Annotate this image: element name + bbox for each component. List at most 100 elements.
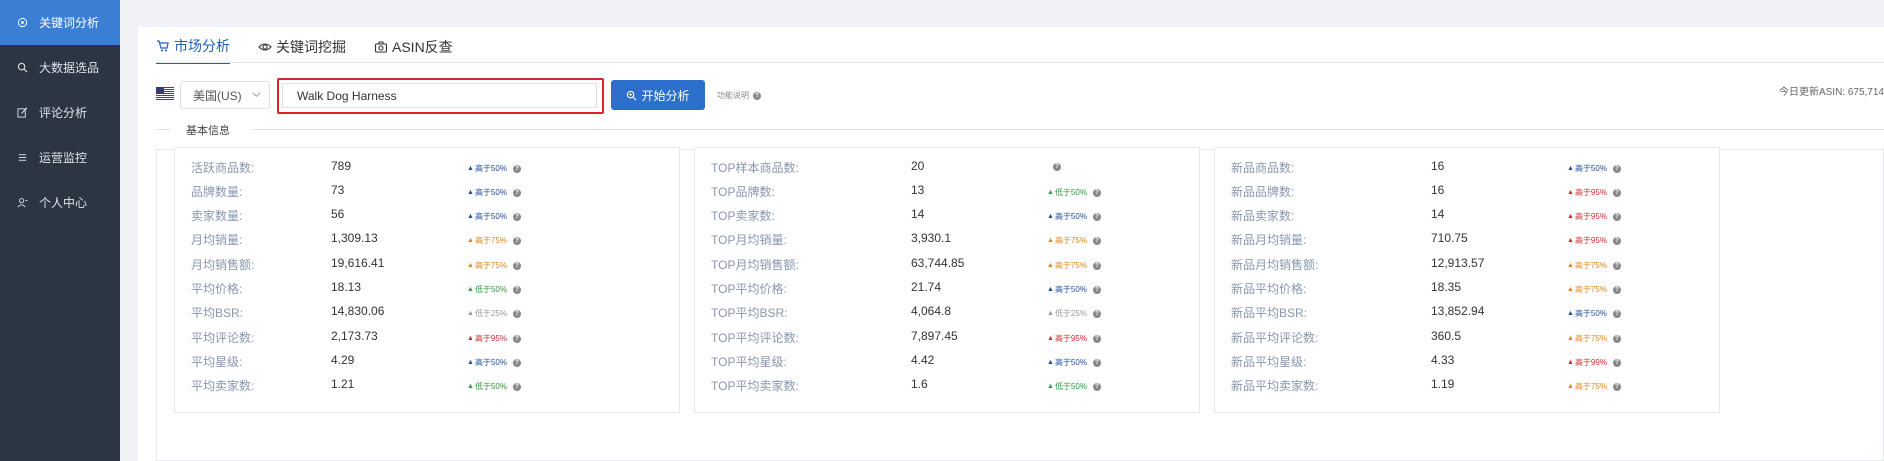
- question-icon[interactable]: ?: [512, 212, 521, 221]
- question-icon[interactable]: ?: [1612, 285, 1621, 294]
- percentile-badge: ▲ 高于50%?: [1567, 308, 1621, 319]
- question-icon[interactable]: ?: [512, 334, 521, 343]
- sidebar-item-operation-monitor[interactable]: 运营监控: [0, 135, 120, 180]
- stat-row: 新品平均星级: 4.33 ▲ 高于99%?: [1215, 353, 1719, 373]
- tab-market-analysis[interactable]: 市场分析: [156, 36, 230, 64]
- percentile-badge: ▲ 低于50%?: [1047, 381, 1101, 392]
- percentile-badge: ▲ 高于75%?: [1047, 235, 1101, 246]
- stat-value: 1.6: [911, 377, 928, 391]
- eye-icon: [258, 40, 272, 54]
- question-icon: ?: [753, 91, 761, 100]
- stat-label: 平均价格:: [191, 282, 243, 296]
- stat-row: 月均销售额: 19,616.41 ▲ 高于75%?: [175, 256, 679, 276]
- stat-value: 56: [331, 207, 345, 221]
- percentile-badge: ▲ 低于25%?: [1047, 308, 1101, 319]
- question-icon[interactable]: ?: [512, 358, 521, 367]
- sidebar-item-keyword-analysis[interactable]: 关键词分析: [0, 0, 120, 45]
- sidebar-item-review-analysis[interactable]: 评论分析: [0, 90, 120, 135]
- stat-label: 新品平均星级:: [1231, 355, 1307, 369]
- question-icon[interactable]: ?: [1092, 309, 1101, 318]
- stats-card-2: TOP样本商品数: 20? TOP品牌数: 13 ▲ 低于50%? TOP卖家数: 14 ▲ 高于…: [694, 147, 1200, 413]
- tab-asin-reverse[interactable]: ASIN反查: [374, 37, 453, 63]
- percentile-badge: ▲ 高于95%?: [467, 333, 521, 344]
- question-icon[interactable]: ?: [1092, 261, 1101, 270]
- stat-value: 21.74: [911, 280, 942, 294]
- question-icon[interactable]: ?: [1092, 334, 1101, 343]
- list-icon: [16, 152, 28, 164]
- question-icon[interactable]: ?: [512, 382, 521, 391]
- rank-arrow-icon: ▲: [1567, 286, 1574, 293]
- section-title: 基本信息: [186, 125, 230, 137]
- question-icon[interactable]: ?: [512, 188, 521, 197]
- question-icon[interactable]: ?: [1092, 358, 1101, 367]
- sidebar-item-personal-center[interactable]: 个人中心: [0, 180, 120, 225]
- rank-arrow-icon: ▲: [1567, 213, 1574, 220]
- stat-label: 新品月均销售额:: [1231, 258, 1319, 272]
- percentile-badge: ▲ 高于50%?: [1047, 284, 1101, 295]
- question-icon[interactable]: ?: [512, 285, 521, 294]
- question-icon[interactable]: ?: [1053, 163, 1061, 171]
- percentile-badge-text: 高于75%: [1574, 334, 1607, 343]
- cart-icon: [156, 39, 170, 53]
- percentile-badge: ▲ 高于95%?: [1567, 235, 1621, 246]
- help-link[interactable]: 功能说明 ?: [717, 90, 761, 101]
- rank-arrow-icon: ▲: [1567, 189, 1574, 196]
- rank-arrow-icon: ▲: [467, 383, 474, 390]
- stat-row: 新品平均卖家数: 1.19 ▲ 高于75%?: [1215, 377, 1719, 397]
- question-icon[interactable]: ?: [1612, 309, 1621, 318]
- question-icon[interactable]: ?: [1092, 212, 1101, 221]
- question-icon[interactable]: ?: [1092, 285, 1101, 294]
- question-icon[interactable]: ?: [1092, 236, 1101, 245]
- stat-value: 20: [911, 159, 925, 173]
- rank-arrow-icon: ▲: [1567, 383, 1574, 390]
- percentile-badge: ▲ 高于75%?: [467, 260, 521, 271]
- search-icon: [627, 90, 637, 100]
- question-icon[interactable]: ?: [1612, 382, 1621, 391]
- stat-label: TOP平均评论数:: [711, 331, 799, 345]
- stat-row: TOP平均价格: 21.74 ▲ 高于50%?: [695, 280, 1199, 300]
- sidebar-item-label: 大数据选品: [39, 61, 100, 75]
- question-icon[interactable]: ?: [1612, 236, 1621, 245]
- percentile-badge: ▲ 高于50%?: [1567, 163, 1621, 174]
- question-icon[interactable]: ?: [1612, 334, 1621, 343]
- question-icon[interactable]: ?: [1092, 188, 1101, 197]
- question-icon[interactable]: ?: [1612, 358, 1621, 367]
- question-icon[interactable]: ?: [512, 164, 521, 173]
- stat-value: 4.29: [331, 353, 355, 367]
- us-flag-icon: [156, 87, 174, 100]
- stat-label: 新品平均BSR:: [1231, 306, 1308, 320]
- question-icon[interactable]: ?: [1612, 188, 1621, 197]
- rank-arrow-icon: ▲: [1047, 286, 1054, 293]
- tab-label: ASIN反查: [392, 39, 453, 55]
- stat-label: TOP月均销售额:: [711, 258, 799, 272]
- percentile-badge-text: 高于99%: [1574, 358, 1607, 367]
- question-icon[interactable]: ?: [1612, 261, 1621, 270]
- question-icon[interactable]: ?: [512, 236, 521, 245]
- question-icon[interactable]: ?: [1612, 212, 1621, 221]
- tab-keyword-mining[interactable]: 关键词挖掘: [258, 37, 346, 63]
- stat-row: 卖家数量: 56 ▲ 高于50%?: [175, 207, 679, 227]
- stat-row: TOP平均卖家数: 1.6 ▲ 低于50%?: [695, 377, 1199, 397]
- question-icon[interactable]: ?: [1092, 382, 1101, 391]
- stat-value: 14,830.06: [331, 304, 385, 318]
- stat-value: 16: [1431, 183, 1445, 197]
- percentile-badge-text: 低于50%: [474, 285, 507, 294]
- rank-arrow-icon: ▲: [1567, 262, 1574, 269]
- question-icon[interactable]: ?: [1612, 164, 1621, 173]
- question-icon[interactable]: ?: [512, 261, 521, 270]
- stat-label: 平均BSR:: [191, 306, 244, 320]
- percentile-badge: ▲ 高于50%?: [467, 187, 521, 198]
- stat-value: 7,897.45: [911, 329, 958, 343]
- start-analysis-label: 开始分析: [641, 88, 690, 103]
- keyword-search-input[interactable]: [282, 83, 597, 108]
- stat-value: 14: [1431, 207, 1445, 221]
- stat-row: TOP月均销量: 3,930.1 ▲ 高于75%?: [695, 231, 1199, 251]
- start-analysis-button[interactable]: 开始分析: [611, 80, 705, 110]
- sidebar-item-big-data[interactable]: 大数据选品: [0, 45, 120, 90]
- question-icon[interactable]: ?: [512, 309, 521, 318]
- rank-arrow-icon: ▲: [1567, 165, 1574, 172]
- country-select[interactable]: 美国(US): [180, 81, 270, 109]
- tab-bar: 市场分析 关键词挖掘 ASIN反查: [156, 36, 481, 64]
- sidebar-item-label: 个人中心: [39, 196, 88, 210]
- stat-label: TOP平均星级:: [711, 355, 787, 369]
